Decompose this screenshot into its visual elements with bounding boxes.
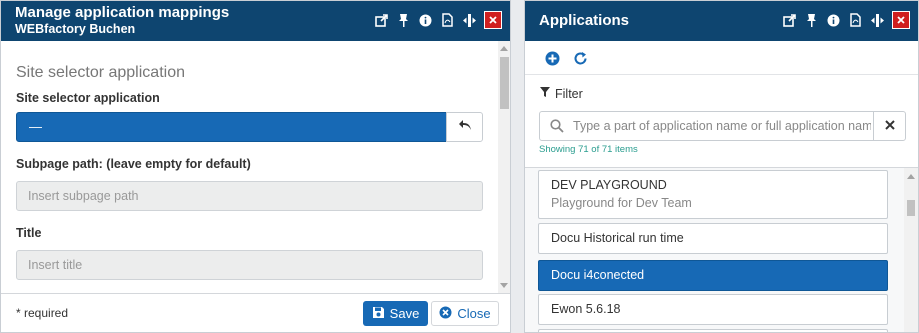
app-name: Docu i4conected: [551, 268, 645, 282]
list-item-selected[interactable]: Docu i4conected: [538, 260, 888, 291]
filter-label: Filter: [555, 86, 583, 101]
close-label: Close: [457, 306, 491, 321]
popout-icon[interactable]: [374, 12, 389, 29]
close-icon[interactable]: [892, 11, 910, 29]
dialog-header: Manage application mappings WEBfactory B…: [1, 1, 510, 41]
title-input[interactable]: Insert title: [16, 250, 483, 280]
manage-mappings-dialog: Manage application mappings WEBfactory B…: [0, 0, 511, 333]
save-label: Save: [389, 306, 420, 321]
app-name: Ewon 5.6.18: [551, 302, 621, 316]
subpage-path-input[interactable]: Insert subpage path: [16, 181, 483, 211]
save-button[interactable]: Save: [363, 301, 428, 326]
dialog-body: Site selector application Site selector …: [1, 41, 498, 293]
scroll-up-icon[interactable]: [907, 174, 915, 179]
search-box: [539, 111, 874, 141]
info-icon[interactable]: [826, 12, 841, 29]
close-button[interactable]: Close: [431, 301, 499, 326]
header-tools: [782, 11, 910, 29]
app-description: Playground for Dev Team: [551, 196, 692, 210]
title-label: Title: [16, 226, 42, 240]
list-item[interactable]: Docu Historical run time: [538, 223, 888, 254]
subpage-path-label: Subpage path: (leave empty for default): [16, 157, 251, 171]
pdf-icon[interactable]: [440, 12, 455, 29]
close-icon[interactable]: [484, 11, 502, 29]
pdf-icon[interactable]: [848, 12, 863, 29]
popout-icon[interactable]: [782, 12, 797, 29]
search-icon: [550, 119, 564, 138]
pin-icon[interactable]: [804, 12, 819, 29]
clear-icon: [884, 117, 895, 135]
dialog-scrollbar[interactable]: [498, 41, 510, 293]
pin-icon[interactable]: [396, 12, 411, 29]
item-count: Showing 71 of 71 items: [539, 144, 638, 155]
section-heading: Site selector application: [16, 64, 185, 81]
site-selector-dropdown[interactable]: —: [16, 112, 447, 142]
header-tools: [374, 11, 502, 29]
applications-header: Applications: [525, 1, 918, 41]
list-item[interactable]: Ewon 5.6.18: [538, 294, 888, 325]
undo-icon: [458, 118, 472, 136]
applications-panel: Applications Filter Type a part of appli…: [524, 0, 919, 333]
scroll-thumb[interactable]: [500, 57, 509, 109]
info-icon[interactable]: [418, 12, 433, 29]
resize-icon[interactable]: [462, 12, 477, 29]
scroll-up-icon[interactable]: [500, 46, 508, 51]
app-name: Docu Historical run time: [551, 231, 684, 245]
app-name: DEV PLAYGROUND: [551, 178, 667, 192]
applications-title: Applications: [539, 12, 630, 29]
dialog-subtitle: WEBfactory Buchen: [15, 22, 136, 36]
list-item[interactable]: DEV PLAYGROUND Playground for Dev Team: [538, 170, 888, 219]
refresh-icon[interactable]: [571, 49, 589, 67]
dialog-title: Manage application mappings: [15, 4, 230, 21]
list-item[interactable]: [538, 329, 888, 332]
applications-list: DEV PLAYGROUND Playground for Dev Team D…: [525, 167, 918, 332]
filter-icon: [539, 86, 551, 101]
save-icon: [372, 306, 385, 322]
resize-icon[interactable]: [870, 12, 885, 29]
applications-toolbar: [525, 41, 918, 75]
search-input[interactable]: [573, 116, 871, 136]
scroll-down-icon[interactable]: [500, 283, 508, 288]
close-circle-icon: [439, 306, 452, 322]
required-note: * required: [16, 306, 69, 320]
site-selector-label: Site selector application: [16, 91, 160, 105]
scroll-thumb[interactable]: [907, 200, 915, 216]
undo-button[interactable]: [446, 112, 483, 142]
filter-toggle[interactable]: Filter: [539, 86, 583, 101]
dialog-footer: * required Save Close: [1, 293, 510, 332]
clear-search-button[interactable]: [873, 111, 906, 141]
list-scrollbar[interactable]: [904, 168, 918, 332]
add-icon[interactable]: [543, 49, 561, 67]
